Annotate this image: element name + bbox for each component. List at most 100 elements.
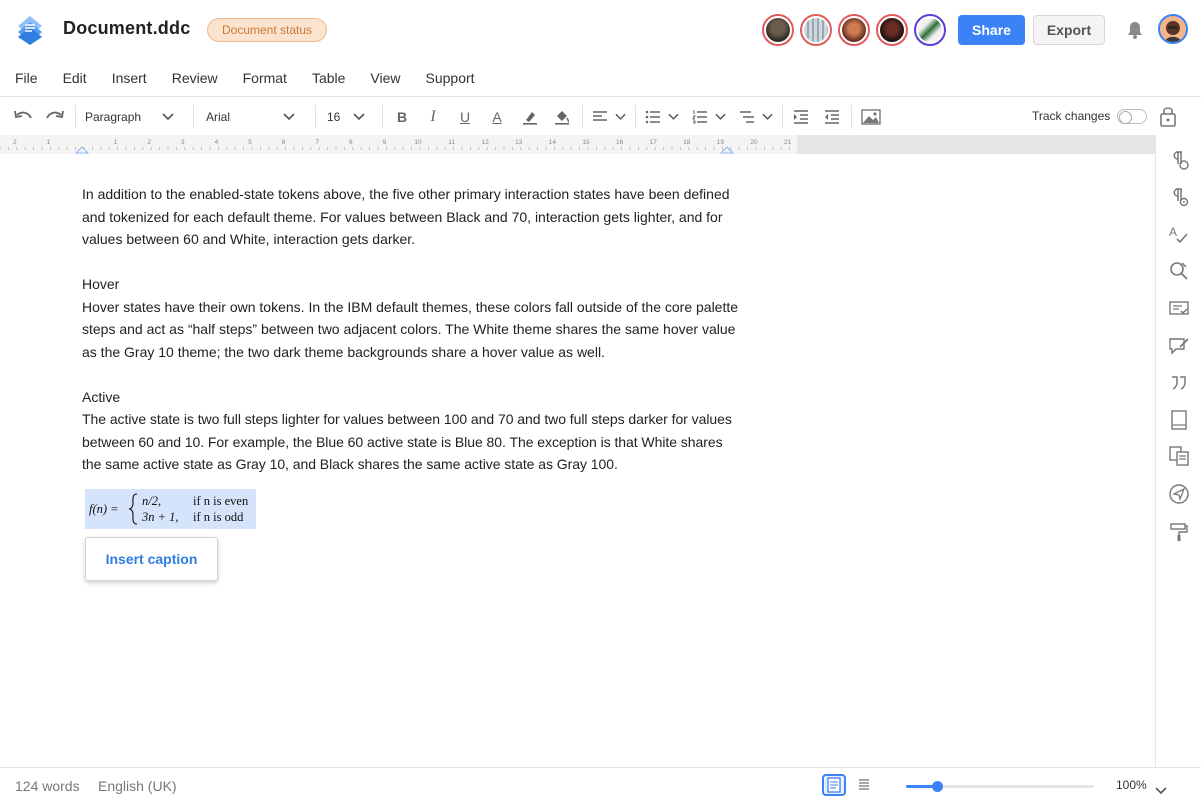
multilevel-list-icon[interactable]: [739, 106, 773, 128]
export-button[interactable]: Export: [1033, 15, 1105, 45]
collaborator-avatar[interactable]: [876, 14, 908, 46]
insert-caption-button[interactable]: Insert caption: [85, 537, 218, 581]
redo-icon[interactable]: [44, 106, 66, 128]
ruler-number: 10: [414, 139, 422, 146]
paragraph-settings-icon[interactable]: [1168, 149, 1190, 171]
ruler-number: 16: [616, 139, 624, 146]
zoom-slider-knob[interactable]: [932, 781, 944, 792]
ruler-number: 2: [13, 139, 17, 146]
ruler-number: 21: [784, 139, 792, 146]
spell-check-icon[interactable]: A: [1168, 224, 1190, 246]
ruler-number: 3: [181, 139, 185, 146]
hover-paragraph: Hover states have their own tokens. In t…: [82, 298, 739, 360]
image-icon[interactable]: [860, 106, 882, 128]
notifications-bell-icon[interactable]: [1124, 19, 1146, 41]
app-logo-icon[interactable]: [16, 14, 44, 46]
toolbar-separator: [382, 105, 383, 129]
track-changes-label: Track changes: [1032, 109, 1111, 123]
ruler-number: 9: [383, 139, 387, 146]
font-size-value: 16: [327, 110, 341, 124]
fill-icon[interactable]: [552, 106, 572, 128]
chevron-down-icon: [162, 113, 174, 121]
menu-file[interactable]: File: [15, 64, 38, 94]
menu-view[interactable]: View: [370, 64, 400, 94]
selected-formula[interactable]: f(n) = n/2, if n is even 3n + 1, if n is…: [85, 489, 256, 529]
ruler-number: 1: [114, 139, 118, 146]
chevron-down-icon: [353, 113, 365, 121]
collaborator-avatar[interactable]: [762, 14, 794, 46]
ruler-number: 13: [515, 139, 523, 146]
highlight-icon[interactable]: [520, 106, 540, 128]
find-replace-icon[interactable]: [1168, 260, 1190, 282]
outdent-icon[interactable]: [823, 106, 841, 128]
format-painter-icon[interactable]: [1168, 521, 1190, 543]
menu-review[interactable]: Review: [172, 64, 218, 94]
font-family-value: Arial: [206, 110, 231, 124]
zoom-slider[interactable]: [906, 781, 1094, 792]
ruler-number: 1: [47, 139, 51, 146]
ruler-number: 5: [248, 139, 252, 146]
chevron-down-icon: [615, 113, 626, 120]
lock-icon[interactable]: [1158, 105, 1178, 127]
track-changes-toggle[interactable]: [1117, 109, 1147, 124]
collaborator-avatar[interactable]: [800, 14, 832, 46]
toolbar-separator: [635, 105, 636, 129]
menu-edit[interactable]: Edit: [63, 64, 87, 94]
formula-case1-cond: if n is even: [193, 494, 249, 508]
collaborator-avatars: [762, 14, 946, 46]
font-family-select[interactable]: Arial: [206, 106, 301, 128]
bullet-list-icon[interactable]: [645, 106, 679, 128]
print-layout-view-icon[interactable]: [822, 774, 846, 796]
ruler-number: 15: [582, 139, 590, 146]
compare-documents-icon[interactable]: [1168, 445, 1190, 467]
bold-icon[interactable]: B: [393, 106, 411, 128]
menu-format[interactable]: Format: [243, 64, 287, 94]
chevron-down-icon: [668, 113, 679, 120]
send-icon[interactable]: [1168, 483, 1190, 505]
quote-icon[interactable]: [1168, 372, 1190, 394]
menu-insert[interactable]: Insert: [112, 64, 147, 94]
ruler-number: 2: [147, 139, 151, 146]
app-header: Document.ddc Document status Share Expor…: [0, 0, 1201, 60]
formula-lhs: f(n) =: [89, 502, 119, 516]
document-language[interactable]: English (UK): [98, 778, 177, 794]
document-body[interactable]: In addition to the enabled-state tokens …: [82, 183, 742, 476]
hover-heading: Hover: [82, 276, 120, 292]
ruler-number: 19: [717, 139, 725, 146]
document-title[interactable]: Document.ddc: [63, 18, 190, 39]
italic-icon[interactable]: I: [424, 106, 442, 128]
active-paragraph: The active state is two full steps light…: [82, 411, 732, 472]
numbered-list-icon[interactable]: [692, 106, 726, 128]
share-button[interactable]: Share: [958, 15, 1025, 45]
web-layout-view-icon[interactable]: [853, 774, 877, 796]
align-left-icon[interactable]: [592, 106, 626, 128]
ruler-number: 6: [282, 139, 286, 146]
font-size-select[interactable]: 16: [327, 106, 365, 128]
comments-check-icon[interactable]: [1168, 298, 1190, 320]
document-status-badge[interactable]: Document status: [207, 18, 328, 42]
zoom-chevron-down-icon[interactable]: [1155, 782, 1167, 800]
right-tools-sidebar: A: [1155, 135, 1201, 767]
menu-table[interactable]: Table: [312, 64, 345, 94]
font-color-icon[interactable]: A: [488, 106, 506, 128]
page-layout-icon[interactable]: [1168, 409, 1190, 431]
undo-icon[interactable]: [12, 106, 34, 128]
indent-icon[interactable]: [792, 106, 810, 128]
toolbar-separator: [75, 105, 76, 129]
menu-support[interactable]: Support: [426, 64, 475, 94]
collaborator-avatar[interactable]: [914, 14, 946, 46]
current-user-avatar[interactable]: [1158, 14, 1188, 44]
edit-comment-icon[interactable]: [1168, 335, 1190, 357]
underline-icon[interactable]: U: [456, 106, 474, 128]
paragraph-format-icon[interactable]: [1168, 186, 1190, 208]
zoom-level[interactable]: 100%: [1116, 778, 1147, 792]
chevron-down-icon: [762, 113, 773, 120]
formatting-toolbar: Paragraph Arial 16 B I U A Track changes: [0, 100, 1201, 134]
ruler-number: 11: [448, 139, 455, 146]
paragraph-style-select[interactable]: Paragraph: [85, 106, 180, 128]
svg-text:A: A: [1169, 225, 1177, 239]
toolbar-separator: [582, 105, 583, 129]
toolbar-separator: [851, 105, 852, 129]
ruler-page-area[interactable]: 2 1 1 2 3 4 5 6 7 8 9 10 11 12 13 14 15 16 17 18 19 20 21: [0, 135, 797, 154]
collaborator-avatar[interactable]: [838, 14, 870, 46]
